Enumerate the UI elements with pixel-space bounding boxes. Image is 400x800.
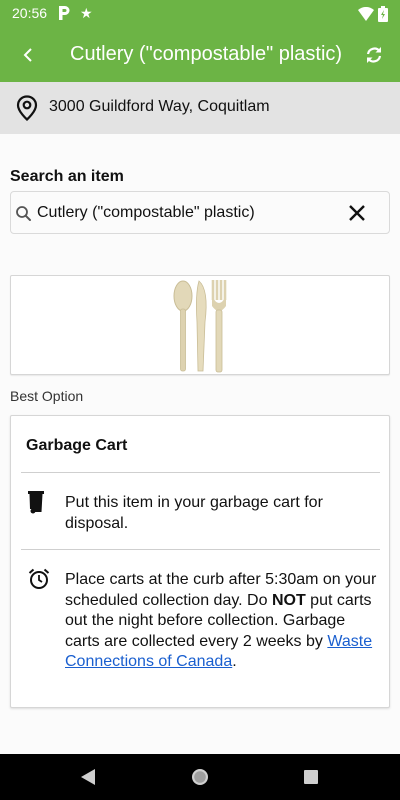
location-address: 3000 Guildford Way, Coquitlam	[49, 98, 270, 115]
nav-back-icon[interactable]	[80, 768, 96, 786]
schedule-text-end: .	[232, 653, 237, 670]
back-button[interactable]	[14, 41, 42, 69]
location-bar[interactable]: 3000 Guildford Way, Coquitlam	[0, 82, 400, 134]
refresh-button[interactable]	[360, 41, 388, 69]
collection-schedule: Place carts at the curb after 5:30am on …	[65, 570, 377, 673]
close-icon	[349, 205, 365, 221]
best-option-label: Best Option	[10, 388, 84, 404]
nav-home-icon[interactable]	[191, 768, 209, 786]
search-icon	[16, 206, 31, 221]
search-box[interactable]	[10, 191, 390, 234]
disposal-instruction: Put this item in your garbage cart for d…	[65, 494, 323, 532]
back-arrow-icon	[23, 48, 32, 62]
alarm-clock-icon	[28, 568, 50, 589]
status-time: 20:56	[12, 5, 48, 21]
battery-icon	[378, 6, 388, 22]
parking-icon	[59, 6, 70, 20]
page-title: Cutlery ("compostable" plastic)	[70, 43, 343, 65]
clear-search-button[interactable]	[347, 203, 367, 223]
search-label: Search an item	[10, 168, 124, 185]
search-input[interactable]	[37, 202, 337, 224]
system-navigation-bar	[0, 754, 400, 800]
divider	[21, 549, 380, 550]
wifi-icon	[358, 7, 374, 21]
star-icon: ★	[80, 5, 93, 21]
location-pin-icon	[16, 95, 38, 121]
refresh-icon	[366, 47, 382, 63]
item-image-card	[10, 275, 390, 375]
main-content: Search an item Best Option Garbage Cart	[0, 134, 400, 754]
schedule-text-emphasis: NOT	[271, 591, 306, 609]
cutlery-image	[173, 280, 227, 373]
app-bar: Cutlery ("compostable" plastic)	[0, 28, 400, 82]
option-title: Garbage Cart	[26, 437, 128, 454]
disposal-option-card: Garbage Cart Put this item in your garba…	[10, 415, 390, 708]
status-bar: 20:56 ★	[0, 0, 400, 28]
divider	[21, 472, 380, 473]
garbage-cart-icon	[28, 491, 44, 514]
nav-recents-icon[interactable]	[303, 769, 319, 785]
